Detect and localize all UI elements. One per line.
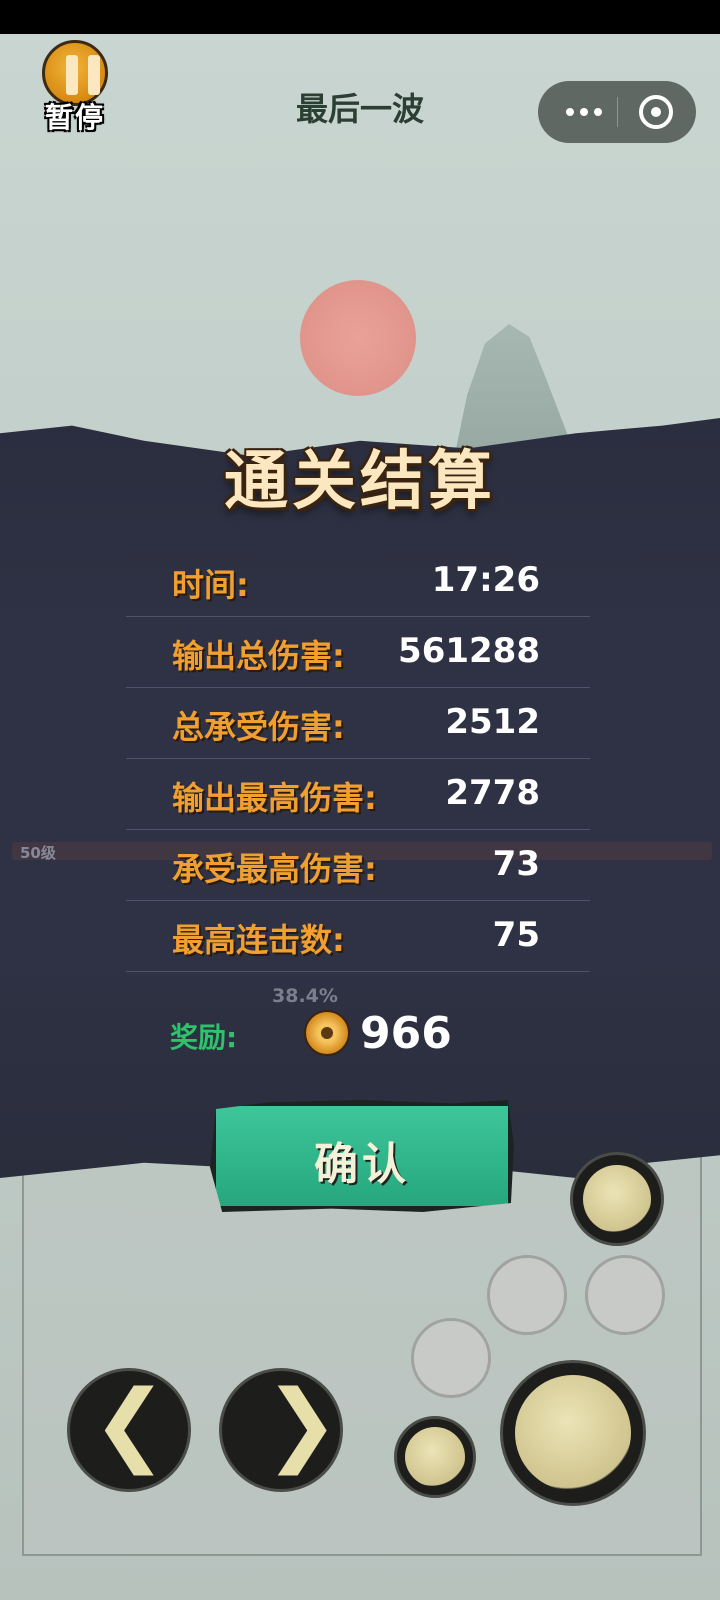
attack-button[interactable]	[500, 1360, 646, 1506]
reward-value: 966	[360, 1008, 452, 1059]
coin-icon	[304, 1010, 350, 1056]
stat-row-total-damage: 输出总伤害: 561288	[126, 617, 590, 688]
stat-label: 输出总伤害:	[172, 637, 345, 675]
attack-icon	[515, 1375, 631, 1491]
stat-label: 时间:	[172, 566, 249, 604]
stat-row-time: 时间: 17:26	[126, 546, 590, 617]
stat-label: 总承受伤害:	[172, 708, 345, 746]
dash-button[interactable]	[394, 1416, 476, 1498]
page-title: 最后一波	[295, 90, 424, 128]
more-dots-icon[interactable]	[566, 108, 602, 116]
arrow-left-icon: ❮	[92, 1371, 168, 1476]
stat-label: 最高连击数:	[172, 921, 345, 959]
dash-icon	[405, 1427, 465, 1487]
skill-button-1[interactable]	[570, 1152, 664, 1246]
stat-row-max-combo: 最高连击数: 75	[126, 901, 590, 972]
arrow-right-icon: ❯	[264, 1371, 340, 1476]
status-bar	[0, 0, 720, 34]
confirm-button[interactable]: 确认	[210, 1100, 514, 1212]
stat-value: 73	[492, 844, 540, 884]
skill-icon	[583, 1165, 651, 1233]
miniprogram-capsule	[538, 81, 696, 143]
target-icon[interactable]	[639, 95, 673, 129]
stat-value: 561288	[398, 631, 540, 671]
skill-slot-empty[interactable]	[487, 1255, 567, 1335]
stats-table: 时间: 17:26 输出总伤害: 561288 总承受伤害: 2512 输出最高…	[126, 546, 590, 972]
move-right-button[interactable]: ❯	[219, 1368, 343, 1492]
level-badge: 50级	[20, 844, 56, 862]
pause-label: 暂停	[44, 101, 105, 134]
result-title: 通关结算	[224, 444, 496, 519]
reward-label: 奖励:	[170, 1021, 238, 1054]
stat-label: 承受最高伤害:	[172, 850, 377, 888]
skill-slot-empty[interactable]	[585, 1255, 665, 1335]
confirm-label: 确认	[314, 1139, 410, 1190]
pause-button[interactable]: 暂停	[36, 40, 114, 134]
stat-value: 2512	[445, 702, 540, 742]
move-left-button[interactable]: ❮	[67, 1368, 191, 1492]
sun-decoration	[300, 280, 416, 396]
capsule-divider	[617, 97, 618, 127]
stat-row-max-taken: 承受最高伤害: 73	[126, 830, 590, 901]
boss-percent: 38.4%	[272, 985, 338, 1007]
stat-row-damage-taken: 总承受伤害: 2512	[126, 688, 590, 759]
stat-label: 输出最高伤害:	[172, 779, 377, 817]
skill-slot-empty[interactable]	[411, 1318, 491, 1398]
stat-value: 17:26	[431, 560, 540, 600]
stat-value: 75	[492, 915, 540, 955]
stat-row-max-damage: 输出最高伤害: 2778	[126, 759, 590, 830]
stat-value: 2778	[445, 773, 540, 813]
